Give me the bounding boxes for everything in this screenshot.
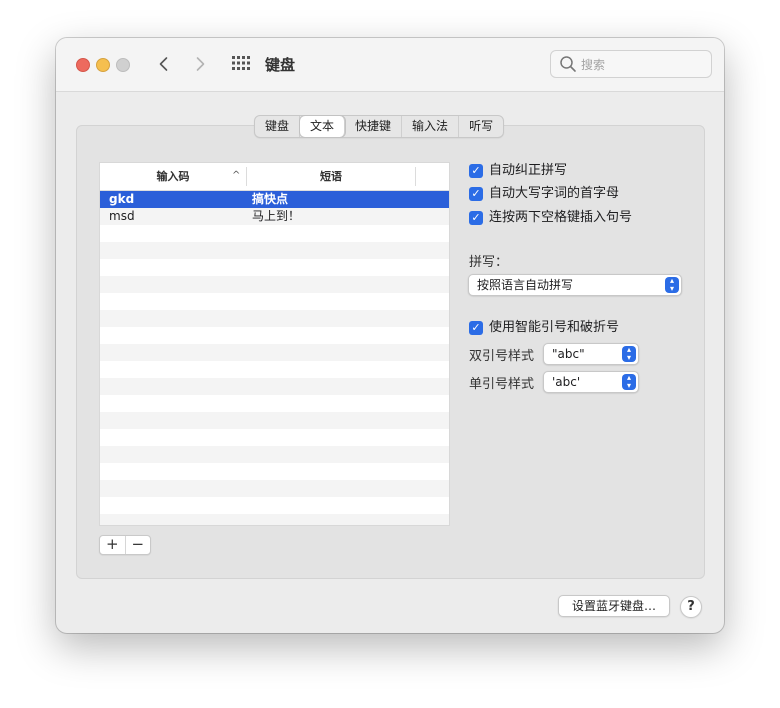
- option-label: 使用智能引号和破折号: [489, 320, 620, 335]
- empty-row: [100, 395, 449, 412]
- spelling-label: 拼写：: [469, 255, 509, 270]
- chevron-left-icon: [159, 57, 168, 71]
- single-quote-value: 'abc': [552, 375, 581, 389]
- text-replacement-table[interactable]: 输入码 ^ 短语 gkd 搞快点 msd 马上到！: [99, 162, 450, 526]
- setup-bluetooth-keyboard-button[interactable]: 设置蓝牙键盘…: [558, 595, 670, 617]
- table-header: 输入码 ^ 短语: [100, 163, 449, 191]
- help-button[interactable]: ?: [680, 596, 702, 618]
- spelling-popup[interactable]: 按照语言自动拼写 ▴ ▾: [468, 274, 682, 296]
- show-all-grid-icon[interactable]: [232, 56, 250, 70]
- empty-row: [100, 378, 449, 395]
- tab-dictation[interactable]: 听写: [459, 116, 503, 137]
- tab-input-sources[interactable]: 输入法: [402, 116, 460, 137]
- preferences-window: 键盘 搜索 键盘 文本 快捷键 输入法 听写 输入码 ^ 短语 gkd 搞快点 …: [56, 38, 724, 633]
- forward-button[interactable]: [189, 53, 211, 75]
- option-label: 连按两下空格键插入句号: [489, 210, 633, 225]
- header-divider: [415, 167, 416, 186]
- popup-stepper-icon: ▴ ▾: [622, 374, 636, 390]
- double-quote-popup[interactable]: "abc" ▴ ▾: [543, 343, 639, 365]
- search-placeholder: 搜索: [581, 58, 606, 72]
- checkbox-checked-icon[interactable]: ✓: [469, 187, 483, 201]
- tab-shortcuts[interactable]: 快捷键: [345, 116, 403, 137]
- empty-row: [100, 514, 449, 525]
- header-phrase[interactable]: 短语: [247, 163, 415, 190]
- empty-row: [100, 259, 449, 276]
- empty-row: [100, 242, 449, 259]
- table-row[interactable]: gkd 搞快点: [100, 191, 449, 208]
- double-quote-label: 双引号样式: [469, 349, 535, 364]
- empty-row: [100, 497, 449, 514]
- table-row[interactable]: msd 马上到！: [100, 208, 449, 225]
- search-field[interactable]: 搜索: [550, 50, 712, 78]
- cell-phrase[interactable]: 搞快点: [252, 191, 288, 208]
- titlebar: 键盘 搜索: [56, 38, 724, 92]
- empty-row: [100, 276, 449, 293]
- empty-row: [100, 293, 449, 310]
- add-button[interactable]: +: [100, 536, 126, 554]
- checkbox-checked-icon[interactable]: ✓: [469, 164, 483, 178]
- popup-stepper-icon: ▴ ▾: [665, 277, 679, 293]
- double-quote-value: "abc": [552, 347, 585, 361]
- tab-text[interactable]: 文本: [300, 116, 346, 137]
- add-remove-control: + −: [99, 535, 151, 555]
- option-label: 自动大写字词的首字母: [489, 186, 620, 201]
- header-input[interactable]: 输入码: [100, 163, 246, 190]
- cell-input[interactable]: msd: [109, 208, 135, 225]
- single-quote-label: 单引号样式: [469, 377, 535, 392]
- chevron-right-icon: [196, 57, 205, 71]
- spelling-value: 按照语言自动拼写: [477, 278, 574, 292]
- back-button[interactable]: [153, 53, 175, 75]
- popup-stepper-icon: ▴ ▾: [622, 346, 636, 362]
- empty-row: [100, 225, 449, 242]
- cell-input[interactable]: gkd: [109, 191, 134, 208]
- minimize-button[interactable]: [96, 58, 110, 72]
- tab-keyboard[interactable]: 键盘: [255, 116, 301, 137]
- checkbox-checked-icon[interactable]: ✓: [469, 321, 483, 335]
- checkbox-checked-icon[interactable]: ✓: [469, 211, 483, 225]
- table-body: gkd 搞快点 msd 马上到！: [100, 191, 449, 525]
- empty-row: [100, 310, 449, 327]
- remove-button[interactable]: −: [126, 536, 151, 554]
- close-button[interactable]: [76, 58, 90, 72]
- empty-row: [100, 361, 449, 378]
- search-icon: [560, 56, 576, 72]
- empty-row: [100, 429, 449, 446]
- option-label: 自动纠正拼写: [489, 163, 568, 178]
- sort-ascending-icon: ^: [232, 170, 241, 181]
- empty-row: [100, 327, 449, 344]
- empty-row: [100, 344, 449, 361]
- empty-row: [100, 480, 449, 497]
- empty-row: [100, 412, 449, 429]
- window-title: 键盘: [265, 56, 296, 74]
- empty-row: [100, 463, 449, 480]
- cell-phrase[interactable]: 马上到！: [252, 208, 300, 225]
- single-quote-popup[interactable]: 'abc' ▴ ▾: [543, 371, 639, 393]
- empty-row: [100, 446, 449, 463]
- zoom-button[interactable]: [116, 58, 130, 72]
- tab-bar: 键盘 文本 快捷键 输入法 听写: [254, 115, 505, 138]
